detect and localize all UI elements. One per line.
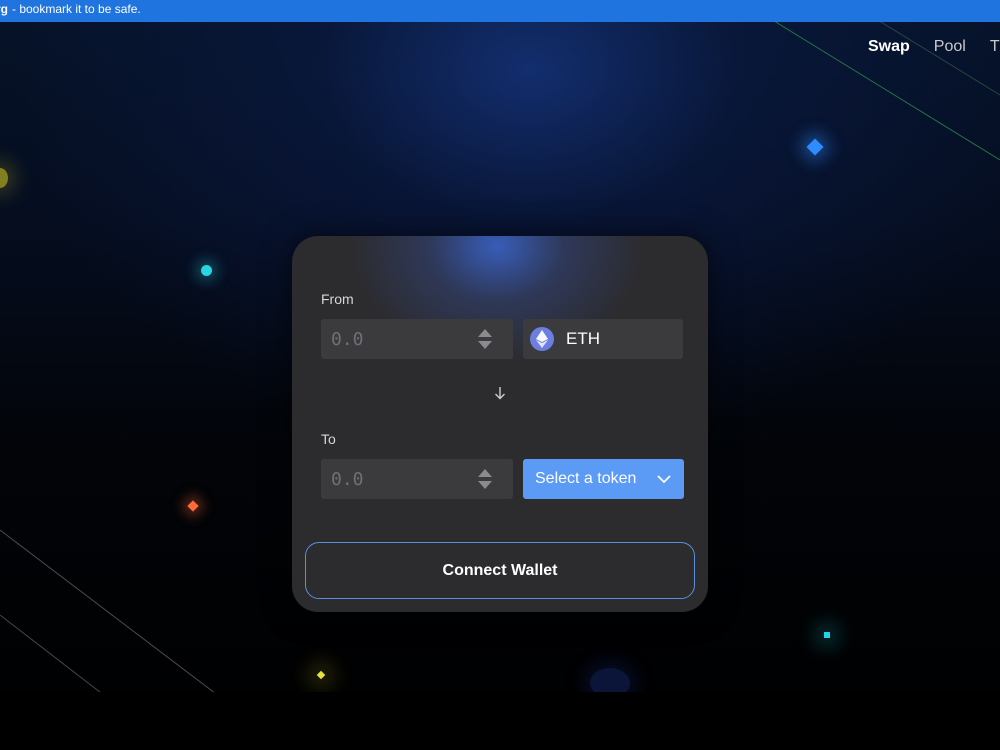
nav-item-truncated[interactable]: T (990, 38, 1000, 56)
chevron-down-icon (657, 475, 671, 484)
banner-text: - bookmark it to be safe. (12, 2, 141, 16)
arrow-down-icon[interactable] (492, 385, 508, 401)
connect-wallet-button[interactable]: Connect Wallet (305, 542, 695, 599)
nav-item-pool[interactable]: Pool (934, 38, 966, 56)
particle-dot-cyan (201, 265, 212, 276)
bottom-strip (0, 692, 1000, 750)
particle-square-cyan (824, 632, 830, 638)
select-token-button[interactable]: Select a token (523, 459, 684, 499)
from-token-display[interactable]: ETH (523, 319, 683, 359)
security-banner: rg - bookmark it to be safe. (0, 0, 1000, 22)
to-label: To (321, 431, 336, 447)
swap-card: From ETH To Select a token (292, 236, 708, 612)
banner-domain: rg (0, 2, 8, 16)
nav-item-swap[interactable]: Swap (868, 38, 910, 56)
from-label: From (321, 291, 354, 307)
from-token-symbol: ETH (566, 329, 600, 348)
up-down-stepper-icon[interactable] (477, 328, 493, 350)
top-nav: Swap Pool T (868, 38, 1000, 56)
select-token-label: Select a token (535, 470, 637, 487)
app-viewport: rg- bookmark it to be safe. Swap Pool T … (0, 0, 1000, 750)
up-down-stepper-icon[interactable] (477, 468, 493, 490)
eth-icon (530, 327, 554, 351)
